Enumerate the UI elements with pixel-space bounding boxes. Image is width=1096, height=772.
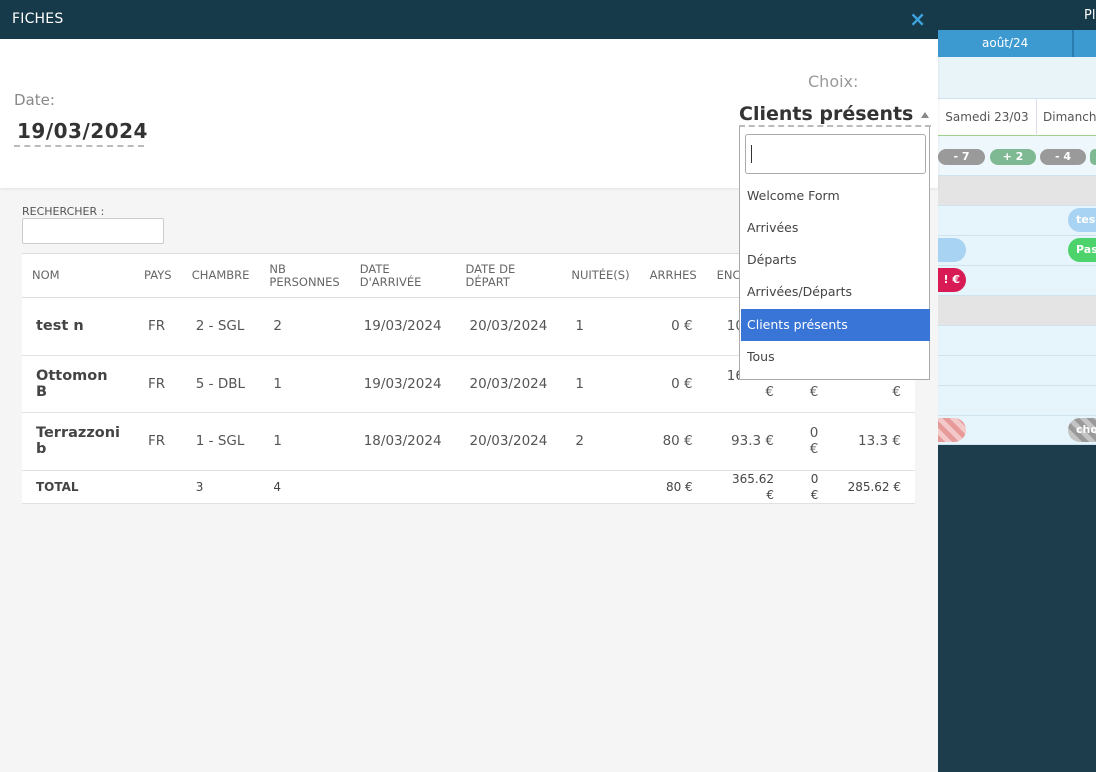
choix-dropdown: Welcome Form Arrivées Départs Arrivées/D… xyxy=(739,127,930,380)
column-header[interactable]: PAYS xyxy=(134,253,182,298)
cell-pays: FR xyxy=(134,412,182,471)
column-header[interactable]: NB PERSONNES xyxy=(259,253,350,298)
cell-date-arrivee: 18/03/2024 xyxy=(349,412,456,471)
dropdown-option-welcome-form[interactable]: Welcome Form xyxy=(741,180,930,212)
planning-row xyxy=(938,296,1096,326)
dropdown-option-departs[interactable]: Départs xyxy=(741,244,930,276)
cell-date-depart: 20/03/2024 xyxy=(455,355,562,413)
cell-pays: FR xyxy=(134,297,182,356)
cell-nb-personnes: 1 xyxy=(259,412,350,471)
planning-grid: Samedi 23/03 Dimanche - 7 + 2 - 4 tes Pa… xyxy=(938,57,1096,445)
cell-nuitees: 2 xyxy=(561,412,640,471)
planning-row xyxy=(938,176,1096,206)
dropdown-option-clients-presents[interactable]: Clients présents xyxy=(741,309,930,341)
cell-arrhes: 80 € xyxy=(639,412,707,471)
total-pays xyxy=(134,470,182,504)
cell-arrhes: 0 € xyxy=(639,297,707,356)
planning-month-bar: août/24 xyxy=(938,30,1096,57)
total-arrhes: 80 € xyxy=(639,470,707,504)
cell-date-arrivee: 19/03/2024 xyxy=(349,297,456,356)
planning-row xyxy=(938,386,1096,416)
reservation-blob[interactable]: Pas xyxy=(1068,238,1096,262)
cell-col10: 0 € xyxy=(788,412,833,471)
total-arrivee xyxy=(349,470,456,504)
cell-date-depart: 20/03/2024 xyxy=(455,297,562,356)
total-nuitees xyxy=(561,470,640,504)
dropdown-search-input[interactable] xyxy=(745,134,926,174)
column-header[interactable]: NUITÉE(S) xyxy=(561,253,640,298)
text-caret xyxy=(751,145,752,163)
choix-select[interactable]: Clients présents xyxy=(739,103,931,127)
dropdown-option-arrivees[interactable]: Arrivées xyxy=(741,212,930,244)
cell-nuitees: 1 xyxy=(561,297,640,356)
total-depart xyxy=(455,470,562,504)
table-row[interactable]: Terrazzoni b FR 1 - SGL 1 18/03/2024 20/… xyxy=(22,412,915,471)
choix-label: Choix: xyxy=(808,72,859,91)
cell-encours: 93.3 € xyxy=(706,412,788,471)
availability-pill: - 4 xyxy=(1040,149,1086,165)
column-header[interactable]: ARRHES xyxy=(639,253,707,298)
search-input[interactable] xyxy=(22,218,164,244)
cell-date-depart: 20/03/2024 xyxy=(455,412,562,471)
total-col10: 0 € xyxy=(788,470,833,504)
column-header[interactable]: DATE D'ARRIVÉE xyxy=(349,253,456,298)
planning-day-header: Dimanche xyxy=(1037,99,1096,136)
reservation-blob[interactable]: ! € xyxy=(938,268,966,292)
reservation-blob[interactable]: cho xyxy=(1068,418,1096,442)
cell-chambre: 1 - SGL xyxy=(181,412,260,471)
planning-topbar: Pla xyxy=(938,0,1096,30)
reservation-blob[interactable]: tes xyxy=(1068,208,1096,232)
cell-col11: 13.3 € xyxy=(832,412,915,471)
close-icon[interactable]: × xyxy=(909,7,926,31)
cell-nom[interactable]: Ottomon B xyxy=(22,355,135,413)
total-col11: 285.62 € xyxy=(832,470,915,504)
availability-pill: - 7 xyxy=(938,149,985,165)
dropdown-option-tous[interactable]: Tous xyxy=(741,341,930,373)
fiches-modal: FICHES × Date: 19/03/2024 Choix: Clients… xyxy=(0,0,938,772)
cell-pays: FR xyxy=(134,355,182,413)
total-label: TOTAL xyxy=(22,470,135,504)
planning-tab-label[interactable]: Pla xyxy=(1084,8,1096,23)
column-header[interactable]: NOM xyxy=(22,253,135,298)
cell-chambre: 5 - DBL xyxy=(181,355,260,413)
cell-arrhes: 0 € xyxy=(639,355,707,413)
total-nb: 4 xyxy=(259,470,350,504)
reservation-blob[interactable] xyxy=(938,418,966,442)
reservation-blob[interactable] xyxy=(938,238,966,262)
planning-row xyxy=(938,326,1096,356)
cell-date-arrivee: 19/03/2024 xyxy=(349,355,456,413)
availability-pill xyxy=(1090,149,1096,165)
total-encours: 365.62 € xyxy=(706,470,788,504)
search-label: RECHERCHER : xyxy=(22,205,105,218)
table-total-row: TOTAL 3 4 80 € 365.62 € 0 € 285.62 € xyxy=(22,470,915,504)
cell-chambre: 2 - SGL xyxy=(181,297,260,356)
dropdown-option-arrivees-departs[interactable]: Arrivées/Départs xyxy=(741,276,930,308)
chevron-up-icon xyxy=(921,112,929,118)
cell-nom[interactable]: test n xyxy=(22,297,135,356)
modal-title: FICHES xyxy=(12,11,64,27)
planning-row xyxy=(938,356,1096,386)
cell-nuitees: 1 xyxy=(561,355,640,413)
date-picker[interactable]: 19/03/2024 xyxy=(14,119,147,147)
availability-pill: + 2 xyxy=(990,149,1036,165)
choix-selected-value: Clients présents xyxy=(739,103,914,125)
cell-nb-personnes: 2 xyxy=(259,297,350,356)
planning-month-label[interactable]: août/24 xyxy=(982,36,1028,50)
cell-nb-personnes: 1 xyxy=(259,355,350,413)
column-header[interactable]: CHAMBRE xyxy=(181,253,260,298)
cell-nom[interactable]: Terrazzoni b xyxy=(22,412,135,471)
month-separator xyxy=(1072,30,1074,57)
column-header[interactable]: DATE DE DÉPART xyxy=(455,253,562,298)
total-chambre: 3 xyxy=(181,470,260,504)
planning-row xyxy=(938,57,1096,99)
modal-header: FICHES × xyxy=(0,0,938,39)
planning-day-header: Samedi 23/03 xyxy=(938,99,1037,136)
date-label: Date: xyxy=(14,91,55,109)
